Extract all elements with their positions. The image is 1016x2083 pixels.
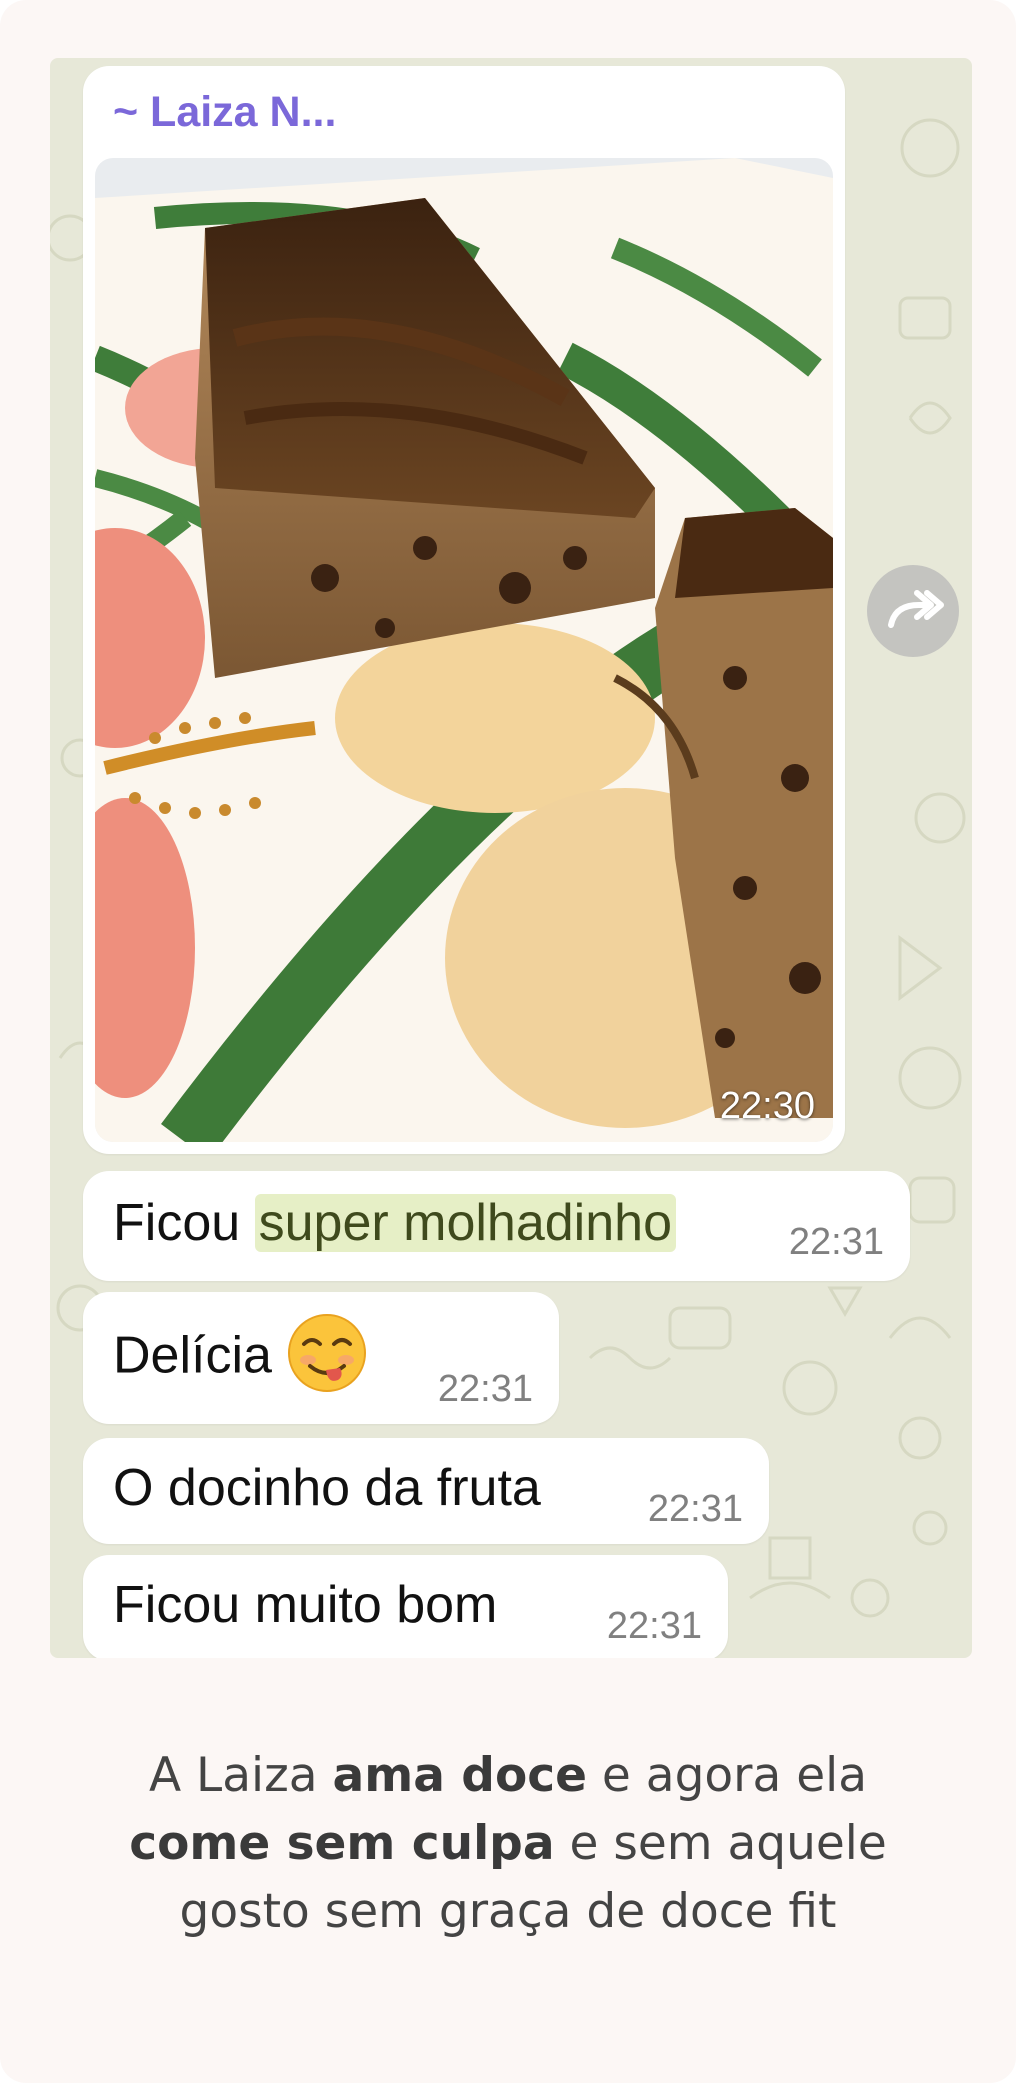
shared-photo[interactable]: 22:30 (95, 158, 833, 1142)
text-message-bubble[interactable]: O docinho da fruta 22:31 (83, 1438, 769, 1544)
image-message-bubble[interactable]: ~ Laiza N... 22:30 (83, 66, 845, 1154)
message-text: O docinho da fruta (113, 1459, 541, 1517)
caption-line-3: gosto sem graça de doce fit (179, 1884, 837, 1939)
message-text-part: Delícia (113, 1326, 272, 1385)
text-message-bubble[interactable]: Delícia 22:31 (83, 1292, 559, 1424)
message-text-part: Ficou (113, 1194, 255, 1252)
caption-bold-text: come sem culpa (129, 1816, 555, 1871)
photo-timestamp: 22:30 (719, 1085, 815, 1127)
forward-arrow-icon (888, 590, 944, 628)
caption-line-1: A Laiza ama doce e agora ela (0, 1742, 1016, 1810)
caption-text: e sem aquele (554, 1816, 887, 1871)
chat-screenshot: ~ Laiza N... 22:30 Ficou super molhadinh… (50, 58, 972, 1658)
highlighted-text: super molhadinho (254, 1194, 676, 1252)
caption-bold-text: ama doce (332, 1748, 587, 1803)
sender-name[interactable]: ~ Laiza N... (113, 88, 336, 137)
text-message-bubble[interactable]: Ficou super molhadinho 22:31 (83, 1171, 910, 1281)
caption-text: e agora ela (586, 1748, 868, 1803)
text-message-bubble[interactable]: Ficou muito bom 22:31 (83, 1555, 728, 1658)
message-timestamp: 22:31 (788, 1221, 884, 1263)
message-text: Ficou super molhadinho (113, 1193, 676, 1253)
message-timestamp: 22:31 (647, 1488, 743, 1530)
message-text: Ficou muito bom (113, 1576, 498, 1634)
message-timestamp: 22:31 (437, 1368, 533, 1410)
caption-line-2: come sem culpa e sem aquele (0, 1810, 1016, 1878)
testimonial-card: ~ Laiza N... 22:30 Ficou super molhadinh… (0, 0, 1016, 2083)
message-timestamp: 22:31 (606, 1605, 702, 1647)
cake-photo-illustration (95, 158, 833, 1142)
forward-button[interactable] (867, 565, 959, 657)
smiling-face-with-tongue-icon (286, 1312, 368, 1394)
caption-text: A Laiza (148, 1748, 333, 1803)
testimonial-caption: A Laiza ama doce e agora ela come sem cu… (0, 1742, 1016, 1946)
message-text: Delícia (113, 1314, 368, 1400)
